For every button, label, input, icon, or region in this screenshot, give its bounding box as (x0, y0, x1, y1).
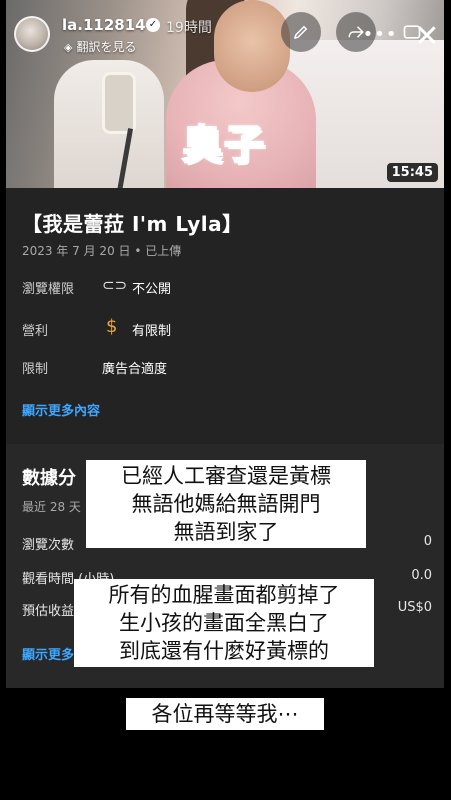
thumbnail-phone-shape (102, 72, 136, 134)
video-duration-badge: 15:45 (386, 163, 438, 182)
metric-revenue-value: US$0 (397, 600, 432, 615)
caption-line: 所有的血腥畫面都剪掉了 (108, 583, 340, 607)
caption-box-3: 各位再等等我⋯ (126, 698, 324, 730)
metric-views-value: 0 (423, 534, 432, 549)
caption-line: 無語他媽給無語開門 (131, 492, 321, 516)
story-username[interactable]: la.112814 (62, 16, 146, 34)
visibility-value[interactable]: 不公開 (132, 278, 171, 297)
caption-box-1: 已經人工審查還是黃標 無語他媽給無語開門 無語到家了 (86, 460, 366, 548)
translate-label: 翻訳を見る (76, 40, 137, 54)
analytics-title: 數據分 (22, 468, 76, 489)
link-icon: ⊂⊃ (102, 276, 128, 294)
edit-pen-button[interactable] (281, 12, 321, 52)
monetization-value[interactable]: 有限制 (132, 320, 171, 339)
caption-line: 到底還有什麼好黃標的 (119, 639, 329, 663)
analytics-subtitle: 最近 28 天 (22, 500, 81, 514)
caption-line: 生小孩的畫面全黑白了 (119, 611, 329, 635)
visibility-label: 瀏覽權限 (22, 282, 75, 297)
caption-line: 已經人工審查還是黃標 (121, 464, 331, 488)
more-options-button[interactable]: ••• (363, 24, 397, 45)
metric-revenue-label: 預估收益 (22, 604, 75, 619)
monetization-label: 營利 (22, 324, 49, 339)
restriction-value[interactable]: 廣告合適度 (102, 358, 167, 377)
restriction-label: 限制 (22, 362, 49, 377)
caption-box-2: 所有的血腥畫面都剪掉了 生小孩的畫面全黑白了 到底還有什麼好黃標的 (74, 579, 374, 667)
video-details-top: 【我是蕾菈 I'm Lyla】 2023 年 7 月 20 日 • 已上傳 瀏覽… (6, 188, 444, 444)
analytics-show-more-link[interactable]: 顯示更多 (22, 644, 74, 663)
story-time-ago: 19時間 (166, 20, 212, 36)
translate-link[interactable]: ◈ 翻訳を見る (64, 38, 136, 55)
translate-icon: ◈ (64, 41, 73, 54)
caption-line: 無語到家了 (173, 520, 279, 544)
show-more-link[interactable]: 顯示更多內容 (22, 400, 100, 419)
metric-watch-time-value: 0.0 (411, 568, 432, 583)
close-icon[interactable]: ✕ (412, 22, 442, 54)
thumbnail-caption: 臭子 (181, 121, 266, 169)
upload-date: 2023 年 7 月 20 日 • 已上傳 (22, 244, 182, 258)
verified-badge-icon: ✓ (146, 18, 160, 32)
avatar[interactable] (14, 16, 50, 52)
video-title: 【我是蕾菈 I'm Lyla】 (22, 212, 243, 236)
metric-views-label: 瀏覽次數 (22, 538, 75, 553)
caption-line: 各位再等等我⋯ (151, 702, 299, 726)
story-header: la.112814 ✓ 19時間 ◈ 翻訳を見る ••• ✕ (0, 0, 451, 60)
dollar-icon: $ (106, 316, 118, 337)
pen-icon (293, 25, 308, 40)
